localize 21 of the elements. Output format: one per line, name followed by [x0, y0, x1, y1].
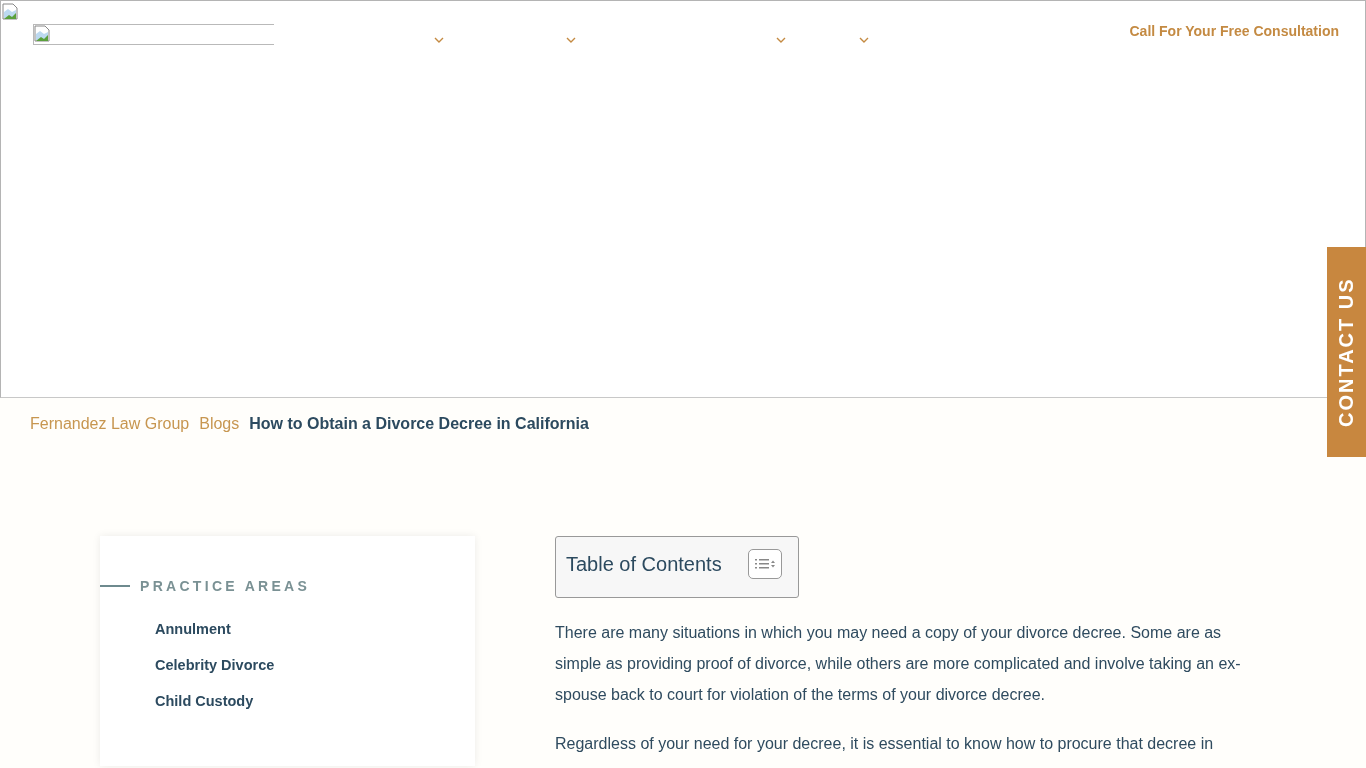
list-icon: [754, 558, 775, 570]
current-page-label: How to Obtain a Divorce Decree in California: [249, 415, 589, 433]
breadcrumb-link[interactable]: Blogs: [199, 415, 240, 433]
practice-area-link[interactable]: Celebrity Divorce: [155, 657, 475, 673]
practice-area-link[interactable]: Annulment: [155, 621, 475, 637]
toc-title: Table of Contents: [566, 552, 722, 576]
breadcrumb-link[interactable]: Fernandez Law Group: [30, 415, 190, 433]
toc-toggle[interactable]: [747, 549, 782, 579]
body-paragraph: Regardless of your need for your decree, it is essential to know how to procure that decree in: [555, 734, 1215, 753]
chevron-icon: [566, 37, 576, 43]
sidebar-heading: PRACTICE AREAS: [140, 578, 311, 594]
broken-image-icon: [34, 25, 50, 42]
practice-area-link[interactable]: Child Custody: [155, 693, 475, 709]
chevron-icon: [434, 37, 444, 43]
chevron-icon: [859, 37, 869, 43]
chevron-icon: [776, 37, 786, 43]
consultation-link[interactable]: Call For Your Free Consultation: [1129, 23, 1339, 39]
body-paragraph: There are many situations in which you may need a copy of your divorce decree. Some are as simple as providing proof of divorce, while others are more complicated and involve taking an ex-spouse back to court for violation of the terms of your divorce decree.: [555, 623, 1242, 705]
contact-us-tab[interactable]: CONTACT US: [1327, 247, 1366, 457]
logo-placeholder[interactable]: [33, 24, 274, 45]
broken-image-icon: [3, 4, 17, 19]
